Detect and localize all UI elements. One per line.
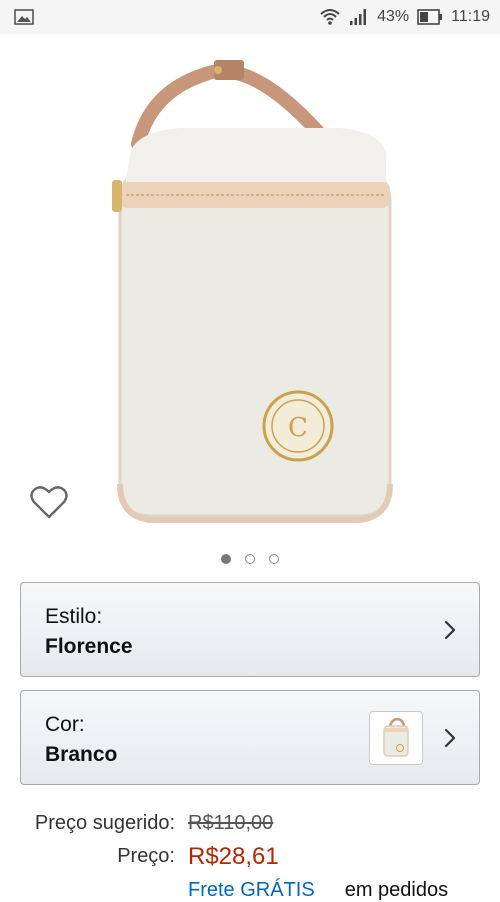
product-image-area[interactable]: C [0,34,500,544]
color-swatch-thumbnail[interactable] [369,711,423,765]
clock: 11:19 [451,8,490,25]
shipping-text: em pedidos [344,879,449,901]
chevron-right-icon [444,728,456,748]
chevron-right-icon [444,620,456,640]
swatch-image [383,717,409,757]
free-shipping-link[interactable]: Frete GRÁTIS [188,879,315,901]
suggested-price-label: Preço sugerido: [34,812,175,834]
status-indicators: 43% 11:19 [319,8,490,26]
heart-outline-icon [30,486,68,519]
style-label: Estilo: [45,605,103,628]
carousel-dot[interactable] [269,554,279,564]
battery-percent: 43% [377,8,410,25]
style-value: Florence [45,635,133,658]
status-bar: 43% 11:19 [0,0,500,34]
image-carousel-indicator [0,554,500,564]
carousel-dot[interactable] [245,554,255,564]
wishlist-button[interactable] [30,484,68,520]
color-label: Cor: [45,713,85,736]
carousel-dot[interactable] [221,554,231,564]
product-image[interactable]: C [90,54,400,524]
svg-text:C: C [288,413,308,443]
color-selector[interactable]: Cor: Branco [20,690,480,785]
wifi-icon [319,8,341,26]
style-selector[interactable]: Estilo: Florence [20,582,480,677]
image-icon [14,9,34,25]
shipping-info: Frete GRÁTIS em pedidos [188,879,448,902]
suggested-price-value: R$110,00 [188,812,274,834]
color-value: Branco [45,743,118,766]
price-label: Preço: [117,845,175,867]
battery-icon [417,9,443,25]
price-value: R$28,61 [188,843,279,870]
signal-icon [349,8,369,26]
